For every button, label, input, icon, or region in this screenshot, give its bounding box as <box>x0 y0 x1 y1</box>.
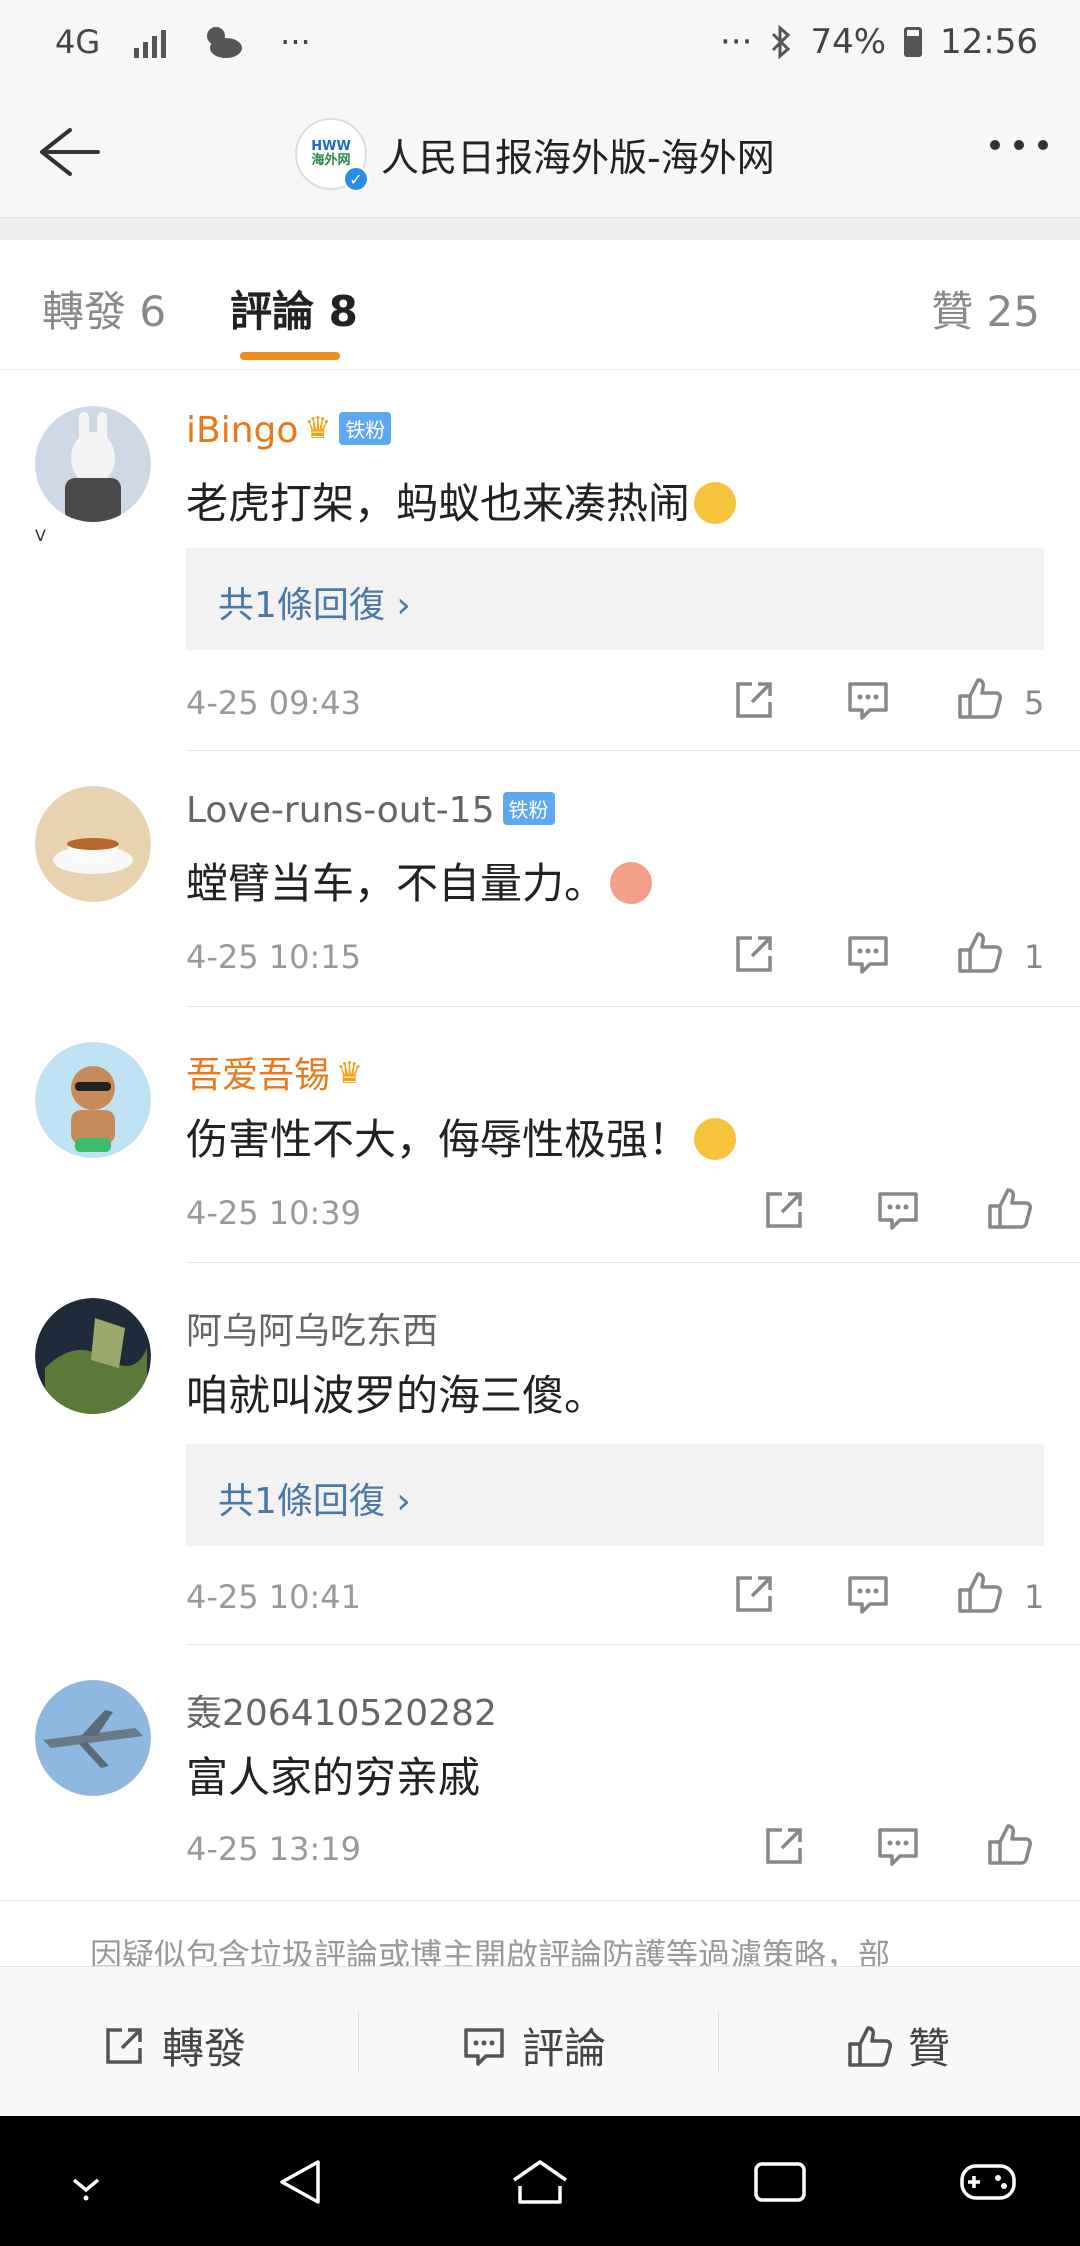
hide-keyboard-icon[interactable] <box>66 2156 106 2204</box>
back-icon[interactable] <box>274 2156 326 2208</box>
crown-icon: ♛ <box>336 1055 363 1091</box>
like-icon[interactable] <box>986 1820 1034 1868</box>
crown-icon: ♛ <box>304 410 332 446</box>
comment-text: 富人家的穷亲戚 <box>186 1753 481 1802</box>
like-icon[interactable] <box>956 674 1004 722</box>
share-icon[interactable] <box>760 1822 808 1870</box>
comment-text: 老虎打架，蚂蚁也来凑热闹 <box>186 470 737 531</box>
share-icon[interactable] <box>730 676 778 724</box>
status-more: ··· <box>280 23 311 61</box>
like-count: 5 <box>1024 684 1045 722</box>
account-title[interactable]: HWW 海外网 ✓ 人民日报海外版-海外网 <box>295 118 775 192</box>
comment-text: 伤害性不大，侮辱性极强！ <box>186 1106 737 1167</box>
action-bar: 轉發 評論 贊 <box>0 1966 1080 2116</box>
battery-icon <box>904 27 923 57</box>
network-indicator: 4G <box>55 23 101 61</box>
emoji-icon <box>610 861 653 904</box>
game-tools-icon[interactable] <box>958 2156 1018 2208</box>
signal-icon <box>134 26 167 58</box>
comment-text: 咱就叫波罗的海三傻。 <box>186 1371 607 1420</box>
commenter-name[interactable]: 吾爱吾锡 ♛ <box>186 1046 363 1098</box>
thumbs-up-icon <box>848 2025 892 2067</box>
like-icon[interactable] <box>956 928 1004 976</box>
active-tab-indicator <box>240 352 340 360</box>
comment-time: 4-25 10:15 <box>186 938 362 976</box>
divider <box>186 750 1080 751</box>
weather-icon <box>207 27 243 58</box>
share-icon[interactable] <box>760 1186 808 1234</box>
clock: 12:56 <box>940 22 1038 62</box>
comment-text: 螳臂当车，不自量力。 <box>186 850 653 911</box>
comment-button[interactable]: 評論 <box>460 2015 606 2076</box>
commenter-name[interactable]: 阿乌阿乌吃东西 <box>186 1302 438 1354</box>
more-icon[interactable] <box>990 140 1048 150</box>
comment-time: 4-25 13:19 <box>186 1830 362 1868</box>
tab-bar: 轉發 6 評論 8 贊 25 <box>0 240 1080 370</box>
reply-summary[interactable]: 共1條回復 › <box>186 1444 1044 1546</box>
tab-reposts[interactable]: 轉發 6 <box>42 278 166 339</box>
like-icon[interactable] <box>956 1568 1004 1616</box>
tab-likes[interactable]: 贊 25 <box>931 278 1040 339</box>
reply-icon[interactable] <box>874 1186 922 1234</box>
share-icon[interactable] <box>730 930 778 978</box>
home-icon[interactable] <box>510 2156 570 2208</box>
divider <box>186 1262 1080 1263</box>
divider <box>186 1006 1080 1007</box>
reply-icon[interactable] <box>874 1822 922 1870</box>
status-bar: 4G ··· ··· 74% 12:56 <box>0 0 1080 90</box>
avatar[interactable] <box>35 1042 155 1162</box>
repost-icon <box>106 2027 142 2064</box>
divider <box>186 1644 1080 1645</box>
reply-summary[interactable]: 共1條回復 › <box>186 548 1044 650</box>
top-bar: HWW 海外网 ✓ 人民日报海外版-海外网 <box>0 90 1080 218</box>
like-count: 1 <box>1024 938 1045 976</box>
separator <box>358 2011 359 2073</box>
system-nav-bar <box>0 2116 1080 2246</box>
verified-icon: V <box>35 526 46 545</box>
share-icon[interactable] <box>730 1570 778 1618</box>
tab-comments[interactable]: 評論 8 <box>230 278 358 339</box>
reply-icon[interactable] <box>844 676 892 724</box>
emoji-icon <box>694 1117 737 1160</box>
repost-button[interactable]: 轉發 <box>100 2015 246 2076</box>
like-button[interactable]: 贊 <box>846 2015 950 2076</box>
comment-time: 4-25 10:41 <box>186 1578 362 1616</box>
separator <box>718 2011 719 2073</box>
page-title: 人民日报海外版-海外网 <box>381 135 775 180</box>
comment-time: 4-25 10:39 <box>186 1194 362 1232</box>
divider <box>0 1900 1080 1901</box>
account-logo: HWW 海外网 ✓ <box>295 118 369 192</box>
avatar[interactable] <box>35 786 155 906</box>
avatar[interactable] <box>35 1680 155 1800</box>
reply-icon[interactable] <box>844 930 892 978</box>
verified-icon: ✓ <box>343 166 369 192</box>
like-icon[interactable] <box>986 1184 1034 1232</box>
reply-icon[interactable] <box>844 1570 892 1618</box>
avatar[interactable] <box>35 1298 155 1418</box>
like-count: 1 <box>1024 1578 1045 1616</box>
separator-band <box>0 218 1080 240</box>
commenter-name[interactable]: Love-runs-out-15 铁粉 <box>186 790 555 831</box>
comment-icon <box>464 2027 504 2066</box>
commenter-name[interactable]: iBingo ♛ 铁粉 <box>186 410 392 451</box>
recents-icon[interactable] <box>752 2156 808 2208</box>
status-more-right: ··· <box>720 22 753 62</box>
bluetooth-icon <box>772 25 791 59</box>
back-arrow-icon[interactable] <box>30 122 102 182</box>
battery-percent: 74% <box>810 22 887 62</box>
fan-badge: 铁粉 <box>502 791 555 825</box>
emoji-icon <box>694 481 737 524</box>
commenter-name[interactable]: 轰206410520282 <box>186 1684 497 1736</box>
avatar[interactable]: V <box>35 406 155 545</box>
comment-time: 4-25 09:43 <box>186 684 362 722</box>
fan-badge: 铁粉 <box>339 411 392 445</box>
